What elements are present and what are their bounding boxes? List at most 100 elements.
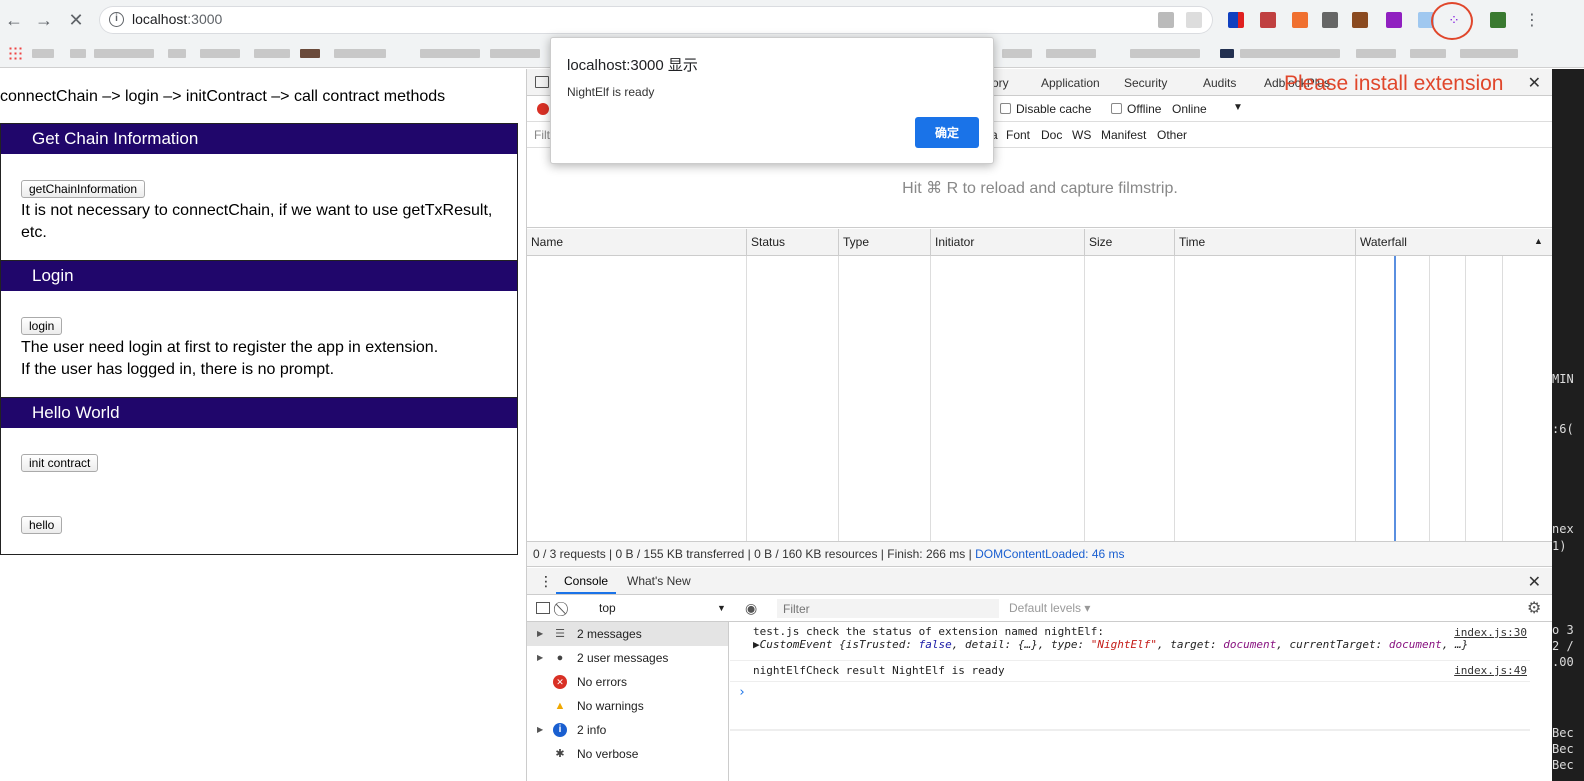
column-size[interactable]: Size <box>1084 229 1174 256</box>
console-object-preview[interactable]: ▶CustomEvent {isTrusted: false, detail: … <box>753 638 1530 651</box>
bookmark-item[interactable] <box>1002 49 1032 58</box>
expand-arrow-icon[interactable]: ▶ <box>537 622 543 646</box>
extension-icon[interactable] <box>1158 12 1174 28</box>
init-contract-button[interactable]: init contract <box>21 454 99 472</box>
filter-type-manifest[interactable]: Manifest <box>1101 128 1146 142</box>
bookmark-item[interactable] <box>1356 49 1396 58</box>
close-devtools-icon[interactable]: ✕ <box>1528 73 1541 93</box>
extension-icon[interactable] <box>1260 12 1276 28</box>
sidebar-item-errors[interactable]: ✕ No errors <box>527 670 728 694</box>
bookmark-item[interactable] <box>1410 49 1446 58</box>
bookmark-item[interactable] <box>200 49 240 58</box>
filter-type-font[interactable]: Font <box>1006 128 1030 142</box>
bookmark-item[interactable] <box>1130 49 1200 58</box>
extension-icon[interactable] <box>1386 12 1402 28</box>
live-expression-eye-icon[interactable]: ◉ <box>745 600 757 617</box>
column-initiator[interactable]: Initiator <box>930 229 1084 256</box>
network-table-body <box>527 256 1553 541</box>
bookmark-item[interactable] <box>334 49 386 58</box>
extension-icon[interactable] <box>1352 12 1368 28</box>
bookmark-item[interactable] <box>1046 49 1096 58</box>
disable-cache-checkbox[interactable] <box>1000 103 1011 114</box>
bookmark-item[interactable] <box>490 49 540 58</box>
login-button[interactable]: login <box>21 317 63 335</box>
column-type[interactable]: Type <box>838 229 930 256</box>
bookmark-item[interactable] <box>70 49 86 58</box>
extension-icon[interactable] <box>1322 12 1338 28</box>
sidebar-toggle-icon[interactable] <box>536 602 550 614</box>
browser-menu-icon[interactable]: ⋮ <box>1524 10 1540 30</box>
get-chain-information-button[interactable]: getChainInformation <box>21 180 146 198</box>
terminal-text: Bec <box>1552 726 1574 740</box>
source-link[interactable]: index.js:30 <box>1454 626 1527 639</box>
column-name[interactable]: Name <box>527 229 746 256</box>
extension-icon[interactable] <box>1228 12 1244 28</box>
extension-icon[interactable] <box>1292 12 1308 28</box>
column-status[interactable]: Status <box>746 229 838 256</box>
extension-icon[interactable] <box>1186 12 1202 28</box>
settings-gear-icon[interactable]: ⚙ <box>1527 598 1541 618</box>
throttle-select[interactable]: Online <box>1172 102 1207 116</box>
sidebar-item-user-messages[interactable]: ▶ ● 2 user messages <box>527 646 728 670</box>
console-prompt[interactable]: › <box>738 685 746 700</box>
tab-audits[interactable]: Audits <box>1203 76 1236 90</box>
object-text: , …} <box>1441 638 1469 651</box>
expand-arrow-icon[interactable]: ▶ <box>537 646 543 670</box>
back-button[interactable]: ← <box>3 9 25 31</box>
bookmark-item[interactable] <box>420 49 480 58</box>
drawer-menu-icon[interactable]: ⋮ <box>539 573 553 590</box>
chevron-down-icon[interactable]: ▼ <box>717 603 726 613</box>
bookmark-item[interactable] <box>168 49 186 58</box>
inspect-element-icon[interactable] <box>535 76 549 88</box>
record-icon[interactable] <box>537 103 549 115</box>
tab-application[interactable]: Application <box>1041 76 1100 90</box>
alert-ok-button[interactable]: 确定 <box>915 117 979 148</box>
sidebar-item-warnings[interactable]: ▲ No warnings <box>527 694 728 718</box>
waterfall-gridline <box>1502 256 1503 541</box>
bookmark-item[interactable] <box>1460 49 1518 58</box>
column-waterfall[interactable]: Waterfall <box>1355 229 1553 256</box>
bookmark-item[interactable] <box>1240 49 1340 58</box>
page-content: connectChain –> login –> initContract –>… <box>0 69 526 781</box>
tab-whats-new[interactable]: What's New <box>627 574 691 588</box>
expand-arrow-icon[interactable]: ▶ <box>537 718 543 742</box>
profile-avatar[interactable] <box>1490 12 1506 28</box>
filter-type-doc[interactable]: Doc <box>1041 128 1062 142</box>
filter-type-other[interactable]: Other <box>1157 128 1187 142</box>
terminal-text: o 3 <box>1552 623 1574 637</box>
background-terminal-window: MIN :6( nex 1) o 3 2 / .00 Bec Bec Bec <box>1552 69 1584 781</box>
network-filter-input[interactable]: Filt <box>534 128 550 142</box>
source-link[interactable]: index.js:49 <box>1454 664 1527 677</box>
sort-ascending-icon[interactable]: ▲ <box>1534 236 1543 246</box>
tab-console[interactable]: Console <box>555 574 617 594</box>
apps-icon[interactable] <box>8 46 22 60</box>
bookmark-item[interactable] <box>300 49 320 58</box>
stop-loading-button[interactable]: ✕ <box>65 9 87 31</box>
bookmark-item[interactable] <box>254 49 290 58</box>
address-bar[interactable]: i localhost:3000 <box>99 6 1213 34</box>
sidebar-item-messages[interactable]: ▶ ☰ 2 messages <box>527 622 728 646</box>
close-drawer-icon[interactable]: ✕ <box>1528 572 1541 592</box>
bookmark-item[interactable] <box>94 49 154 58</box>
chevron-down-icon[interactable]: ▼ <box>1233 102 1243 113</box>
url-port: :3000 <box>187 11 223 27</box>
filter-type-ws[interactable]: WS <box>1072 128 1091 142</box>
offline-label: Offline <box>1127 102 1162 116</box>
tab-security[interactable]: Security <box>1124 76 1167 90</box>
network-table-header: Name Status Type Initiator Size Time Wat… <box>527 229 1553 256</box>
section-title: Get Chain Information <box>1 124 517 154</box>
hello-button[interactable]: hello <box>21 516 63 534</box>
bookmark-item[interactable] <box>1220 49 1234 58</box>
console-filter-input[interactable] <box>777 599 999 618</box>
sidebar-item-verbose[interactable]: ✱ No verbose <box>527 742 728 766</box>
spacer <box>730 729 1530 730</box>
context-select[interactable]: top <box>595 599 727 618</box>
sidebar-item-info[interactable]: ▶ i 2 info <box>527 718 728 742</box>
bookmark-item[interactable] <box>32 49 54 58</box>
site-info-icon[interactable]: i <box>109 12 124 27</box>
offline-checkbox[interactable] <box>1111 103 1122 114</box>
summary-domcontentloaded: DOMContentLoaded: 46 ms <box>975 547 1125 561</box>
forward-button[interactable]: → <box>33 9 55 31</box>
default-levels-select[interactable]: Default levels ▾ <box>1009 601 1090 615</box>
column-time[interactable]: Time <box>1174 229 1355 256</box>
